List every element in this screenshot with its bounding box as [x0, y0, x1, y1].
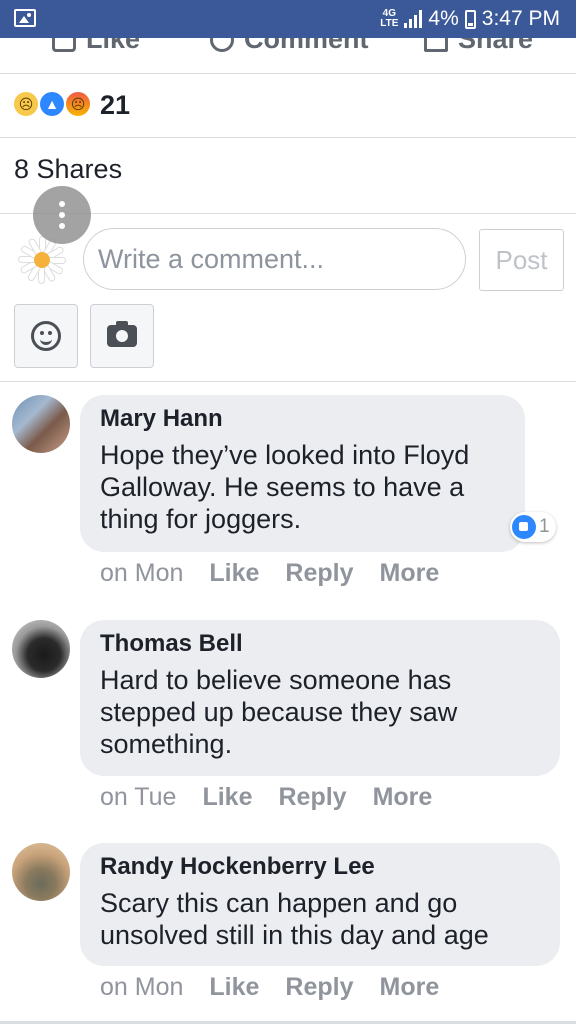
comment-more-link[interactable]: More — [380, 559, 440, 588]
comment-like-link[interactable]: Like — [209, 559, 259, 588]
overflow-dot-icon — [59, 223, 65, 229]
comment-text: Scary this can happen and go unsolved st… — [100, 888, 489, 950]
comment-input-placeholder: Write a comment... — [98, 243, 325, 274]
status-bar: 4G LTE 4% 3:47 PM — [0, 0, 576, 38]
share-action-button[interactable]: Share — [424, 38, 533, 55]
comment-meta: on Tue Like Reply More — [100, 783, 432, 812]
like-reaction-icon: ▲ — [38, 90, 66, 118]
comment-time: on Mon — [100, 973, 184, 1001]
divider — [0, 381, 576, 382]
status-bar-right: 4G LTE 4% 3:47 PM — [380, 6, 560, 32]
gallery-notification-icon — [14, 9, 36, 27]
shares-count: 8 Shares — [14, 154, 123, 184]
comment-reply-link[interactable]: Reply — [285, 559, 353, 588]
comment-bubble[interactable]: Thomas Bell Hard to believe someone has … — [80, 620, 560, 776]
thumbs-up-icon — [52, 38, 76, 52]
comment-bubble[interactable]: Mary Hann Hope they’ve looked into Floyd… — [80, 395, 525, 552]
comment-time: on Mon — [100, 559, 184, 587]
comment-input[interactable]: Write a comment... — [83, 228, 466, 290]
comment-text: Hard to believe someone has stepped up b… — [100, 665, 458, 759]
comment-reply-link[interactable]: Reply — [285, 973, 353, 1002]
comment-action-label: Comment — [244, 38, 369, 54]
floating-more-button[interactable] — [33, 186, 91, 244]
share-action-label: Share — [458, 38, 534, 54]
comment-more-link[interactable]: More — [373, 783, 433, 812]
post-button[interactable]: Post — [479, 229, 564, 291]
comment-text: Hope they’ve looked into Floyd Galloway.… — [100, 440, 470, 534]
comment-reply-link[interactable]: Reply — [278, 783, 346, 812]
comment-time: on Tue — [100, 783, 177, 811]
share-arrow-icon — [424, 38, 448, 52]
comment-more-link[interactable]: More — [380, 973, 440, 1002]
comment-like-link[interactable]: Like — [202, 783, 252, 812]
avatar[interactable] — [12, 620, 70, 678]
comment-meta: on Mon Like Reply More — [100, 973, 439, 1002]
network-sub-label: LTE — [380, 18, 399, 29]
comment-action-button[interactable]: Comment — [210, 38, 369, 55]
comment-bubble[interactable]: Randy Hockenberry Lee Scary this can hap… — [80, 843, 560, 966]
battery-percent: 4% — [428, 7, 459, 30]
sad-reaction-icon: ☹ — [12, 90, 40, 118]
angry-reaction-icon: ☹ — [64, 90, 92, 118]
avatar[interactable] — [12, 843, 70, 901]
emoji-button[interactable] — [14, 304, 78, 368]
camera-icon — [107, 321, 137, 347]
battery-icon — [464, 9, 476, 29]
photo-button[interactable] — [90, 304, 154, 368]
comment-like-badge[interactable]: 1 — [510, 512, 556, 542]
overflow-dot-icon — [59, 201, 65, 207]
avatar[interactable] — [12, 395, 70, 453]
like-action-label: Like — [86, 38, 141, 54]
comment-meta: on Mon Like Reply More — [100, 559, 439, 588]
comment-like-count: 1 — [539, 516, 550, 537]
comment-bubble-icon — [210, 38, 234, 52]
commenter-name[interactable]: Randy Hockenberry Lee — [100, 853, 540, 881]
reaction-count: 21 — [100, 90, 131, 120]
post-action-bar: Like Comment Share — [0, 38, 576, 74]
smiley-icon — [31, 321, 61, 351]
commenter-name[interactable]: Thomas Bell — [100, 630, 540, 658]
post-button-label: Post — [495, 244, 548, 275]
overflow-dot-icon — [59, 212, 65, 218]
network-type: 4G LTE — [380, 9, 398, 29]
signal-icon — [404, 10, 423, 28]
comment-like-link[interactable]: Like — [209, 973, 259, 1002]
reactions-summary[interactable]: ☹ ▲ ☹ 21 — [0, 74, 576, 138]
clock: 3:47 PM — [481, 7, 560, 30]
like-reaction-icon — [512, 515, 536, 539]
commenter-name[interactable]: Mary Hann — [100, 405, 505, 433]
like-action-button[interactable]: Like — [52, 38, 140, 55]
